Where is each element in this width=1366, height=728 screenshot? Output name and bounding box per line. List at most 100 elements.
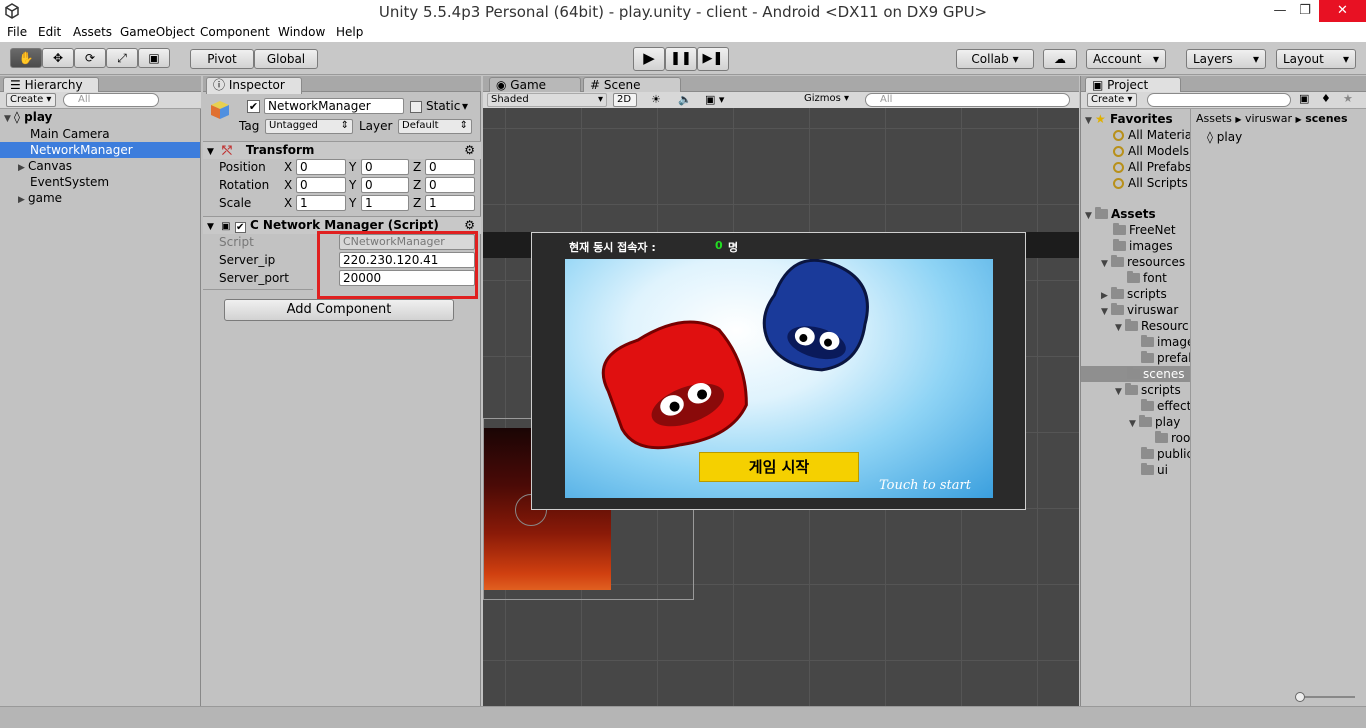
menu-help[interactable]: Help bbox=[336, 25, 363, 39]
hierarchy-item-canvas[interactable]: ▶ Canvas bbox=[0, 158, 200, 174]
scale-y-field[interactable]: 1 bbox=[361, 195, 409, 211]
hand-tool-button[interactable]: ✋ bbox=[10, 48, 42, 68]
filter-label-icon[interactable]: ♦ bbox=[1321, 92, 1331, 105]
chevron-down-icon[interactable]: ▾ bbox=[462, 98, 468, 114]
favorite-item[interactable]: All Prefabs bbox=[1113, 159, 1190, 175]
expand-arrow-icon[interactable]: ▼ bbox=[1101, 304, 1111, 318]
folder-item[interactable]: effect bbox=[1141, 398, 1190, 414]
2d-toggle[interactable]: 2D bbox=[613, 93, 637, 107]
folder-item[interactable]: ▼ resources bbox=[1101, 254, 1190, 270]
gear-icon[interactable]: ⚙ bbox=[464, 142, 475, 159]
hierarchy-item-game[interactable]: ▶ game bbox=[0, 190, 200, 206]
audio-icon[interactable]: 🔈 bbox=[678, 93, 692, 106]
folder-item[interactable]: font bbox=[1127, 270, 1190, 286]
folder-item[interactable]: ▼ scripts bbox=[1115, 382, 1190, 398]
zoom-slider[interactable] bbox=[1299, 696, 1355, 698]
static-checkbox[interactable] bbox=[410, 101, 422, 113]
folder-item[interactable]: ▼ viruswar bbox=[1101, 302, 1190, 318]
gameobject-name-input[interactable]: NetworkManager bbox=[264, 98, 404, 114]
folder-item[interactable]: ▼ Resourc bbox=[1115, 318, 1190, 334]
scale-x-field[interactable]: 1 bbox=[296, 195, 346, 211]
tag-dropdown[interactable]: Untagged ⇕ bbox=[265, 119, 353, 134]
expand-arrow-icon[interactable]: ▼ bbox=[1129, 416, 1139, 430]
folder-item[interactable]: ▼ play bbox=[1129, 414, 1190, 430]
hierarchy-item-networkmanager[interactable]: NetworkManager bbox=[0, 142, 200, 158]
component-enabled-checkbox[interactable]: ✔ bbox=[234, 222, 246, 233]
play-button[interactable]: ▶ bbox=[633, 47, 665, 71]
layout-dropdown[interactable]: Layout ▾ bbox=[1276, 49, 1356, 69]
add-component-button[interactable]: Add Component bbox=[224, 299, 454, 321]
menu-gameobject[interactable]: GameObject bbox=[120, 25, 195, 39]
breadcrumb-item[interactable]: viruswar bbox=[1245, 112, 1292, 125]
hierarchy-create-dropdown[interactable]: Create ▾ bbox=[6, 93, 56, 107]
step-button[interactable]: ▶❚ bbox=[697, 47, 729, 71]
maximize-button[interactable]: ❐ bbox=[1292, 0, 1318, 22]
hierarchy-search-input[interactable]: All bbox=[63, 93, 159, 107]
favorite-item[interactable]: All Models bbox=[1113, 143, 1190, 159]
breadcrumb-item[interactable]: Assets bbox=[1196, 112, 1232, 125]
position-x-field[interactable]: 0 bbox=[296, 159, 346, 175]
star-icon[interactable]: ★ bbox=[1343, 92, 1353, 105]
scene-search-input[interactable]: All bbox=[865, 93, 1070, 107]
rotation-z-field[interactable]: 0 bbox=[425, 177, 475, 193]
minimize-button[interactable]: — bbox=[1268, 0, 1292, 22]
hierarchy-item-main-camera[interactable]: Main Camera bbox=[0, 126, 200, 142]
menu-edit[interactable]: Edit bbox=[38, 25, 61, 39]
position-z-field[interactable]: 0 bbox=[425, 159, 475, 175]
menu-window[interactable]: Window bbox=[278, 25, 325, 39]
menu-file[interactable]: File bbox=[7, 25, 27, 39]
assets-root[interactable]: ▼ Assets bbox=[1085, 206, 1190, 222]
project-search-input[interactable] bbox=[1147, 93, 1291, 107]
rect-tool-button[interactable]: ▣ bbox=[138, 48, 170, 68]
favorite-item[interactable]: All Materia bbox=[1113, 127, 1190, 143]
collab-button[interactable]: Collab ▾ bbox=[956, 49, 1034, 69]
folder-item[interactable]: roo bbox=[1155, 430, 1190, 446]
pivot-button[interactable]: Pivot bbox=[190, 49, 254, 69]
transform-header[interactable]: ▼ ⤲ Transform ⚙ bbox=[203, 141, 481, 159]
gizmos-dropdown[interactable]: Gizmos ▾ bbox=[801, 93, 857, 107]
filter-type-icon[interactable]: ▣ bbox=[1299, 92, 1309, 105]
scale-z-field[interactable]: 1 bbox=[425, 195, 475, 211]
scene-view[interactable]: 현재 동시 접속자 : 0 명 게임 시작 Touch to start bbox=[483, 108, 1079, 706]
favorite-item[interactable]: All Scripts bbox=[1113, 175, 1190, 191]
project-splitter[interactable] bbox=[1190, 109, 1191, 706]
tab-inspector[interactable]: ⓘ Inspector bbox=[206, 77, 302, 94]
folder-item[interactable]: public bbox=[1141, 446, 1190, 462]
folder-item-selected[interactable]: scenes bbox=[1081, 366, 1190, 382]
cloud-button[interactable]: ☁ bbox=[1043, 49, 1077, 69]
rotation-x-field[interactable]: 0 bbox=[296, 177, 346, 193]
layer-dropdown[interactable]: Default ⇕ bbox=[398, 119, 472, 134]
active-checkbox[interactable]: ✔ bbox=[247, 100, 260, 113]
expand-arrow-icon[interactable]: ▼ bbox=[1115, 320, 1125, 334]
menu-component[interactable]: Component bbox=[200, 25, 270, 39]
expand-arrow-icon[interactable]: ▶ bbox=[18, 192, 28, 208]
global-button[interactable]: Global bbox=[254, 49, 318, 69]
rotate-tool-button[interactable]: ⟳ bbox=[74, 48, 106, 68]
folder-item[interactable]: ▶ scripts bbox=[1101, 286, 1190, 302]
scene-root-item[interactable]: ▼ ◊ play bbox=[0, 109, 200, 125]
pause-button[interactable]: ❚❚ bbox=[665, 47, 697, 71]
project-create-dropdown[interactable]: Create ▾ bbox=[1087, 93, 1137, 107]
shading-dropdown[interactable]: Shaded ▾ bbox=[487, 93, 607, 107]
position-y-field[interactable]: 0 bbox=[361, 159, 409, 175]
account-dropdown[interactable]: Account ▾ bbox=[1086, 49, 1166, 69]
start-game-button[interactable]: 게임 시작 bbox=[699, 452, 859, 482]
breadcrumb-item[interactable]: scenes bbox=[1305, 112, 1347, 125]
folder-item[interactable]: prefal bbox=[1141, 350, 1190, 366]
effects-icon[interactable]: ▣ ▾ bbox=[705, 93, 724, 106]
favorites-header[interactable]: ▼ ★ Favorites bbox=[1085, 111, 1190, 127]
scale-tool-button[interactable]: ⤢ bbox=[106, 48, 138, 68]
scene-file-item[interactable]: ◊ play bbox=[1207, 129, 1307, 145]
move-tool-button[interactable]: ✥ bbox=[42, 48, 74, 68]
layers-dropdown[interactable]: Layers ▾ bbox=[1186, 49, 1266, 69]
folder-item[interactable]: ui bbox=[1141, 462, 1190, 478]
menu-assets[interactable]: Assets bbox=[73, 25, 112, 39]
lighting-icon[interactable]: ☀ bbox=[651, 93, 661, 106]
folder-item[interactable]: FreeNet bbox=[1113, 222, 1190, 238]
folder-item[interactable]: images bbox=[1113, 238, 1190, 254]
zoom-slider-handle[interactable] bbox=[1295, 692, 1305, 702]
close-button[interactable]: ✕ bbox=[1319, 0, 1366, 22]
expand-arrow-icon[interactable]: ▼ bbox=[1115, 384, 1125, 398]
rotation-y-field[interactable]: 0 bbox=[361, 177, 409, 193]
expand-arrow-icon[interactable]: ▶ bbox=[1101, 288, 1111, 302]
